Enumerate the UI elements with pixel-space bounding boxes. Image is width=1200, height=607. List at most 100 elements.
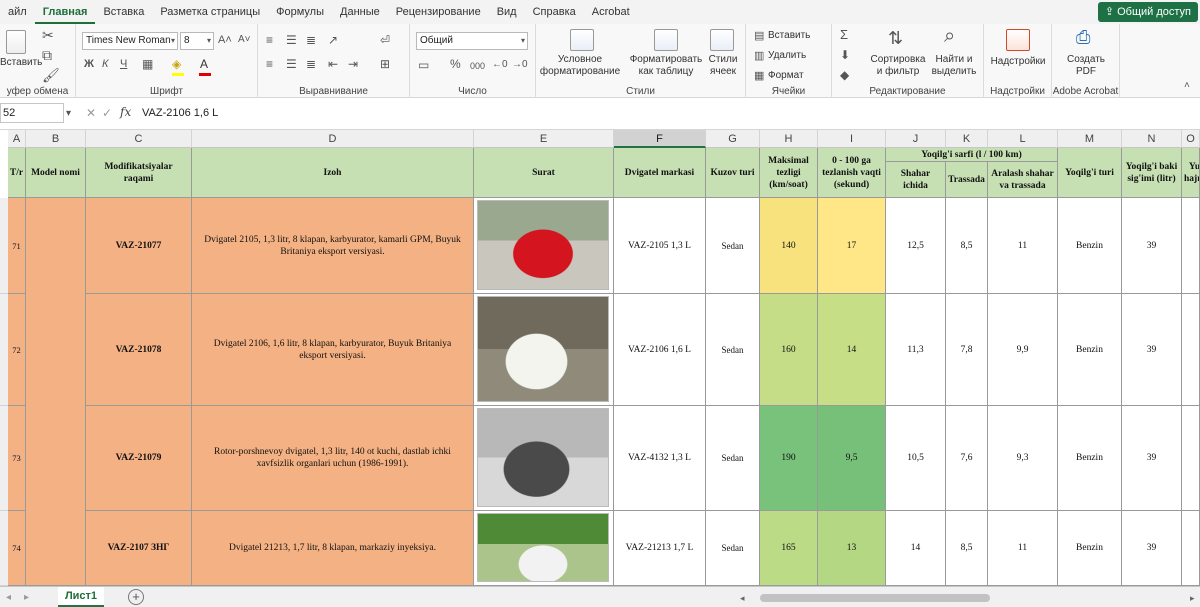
body-cell[interactable]: Sedan: [706, 198, 760, 294]
increase-decimal-icon[interactable]: ←0: [492, 57, 508, 73]
conditional-format-icon[interactable]: [570, 29, 594, 51]
highway-cell[interactable]: 7,6: [946, 406, 988, 511]
header-maxspeed[interactable]: Maksimal tezligi (km/soat): [760, 148, 818, 198]
currency-icon[interactable]: ▭: [418, 57, 429, 73]
header-extra[interactable]: Yu hajm: [1182, 148, 1200, 198]
column-header-n[interactable]: N: [1122, 130, 1182, 148]
orientation-icon[interactable]: ↗: [328, 32, 338, 48]
chevron-down-icon[interactable]: ▾: [66, 106, 71, 122]
modif-cell[interactable]: VAZ-21078: [86, 294, 192, 406]
number-format-select[interactable]: Общий ▾: [416, 32, 528, 50]
format-as-table-icon[interactable]: [654, 29, 678, 51]
font-color-icon[interactable]: A: [200, 56, 208, 72]
tr-cell[interactable]: 71: [8, 198, 26, 294]
cancel-icon[interactable]: ✕: [86, 105, 96, 121]
accel-cell[interactable]: 13: [818, 511, 886, 586]
tab-1[interactable]: Главная: [34, 0, 96, 24]
column-header-o[interactable]: O: [1182, 130, 1200, 148]
header-city[interactable]: Shahar ichida: [886, 162, 946, 198]
addins-icon[interactable]: [1006, 29, 1030, 51]
mixed-cell[interactable]: 11: [988, 198, 1058, 294]
italic-button[interactable]: К: [102, 56, 108, 72]
row-header[interactable]: [0, 198, 8, 294]
font-name-select[interactable]: Times New Roman ▾: [82, 32, 178, 50]
header-mixed[interactable]: Aralash shahar va trassada: [988, 162, 1058, 198]
percent-button[interactable]: %: [450, 56, 461, 72]
cut-icon[interactable]: ✂: [42, 27, 54, 43]
clear-icon[interactable]: ◆: [840, 67, 849, 83]
header-model[interactable]: Model nomi: [26, 148, 86, 198]
tab-9[interactable]: Acrobat: [584, 0, 638, 24]
borders-icon[interactable]: ▦: [142, 56, 153, 72]
grow-font-icon[interactable]: A˄: [218, 32, 232, 48]
merge-cells-icon[interactable]: ⊞: [380, 56, 390, 72]
row-header[interactable]: [0, 406, 8, 511]
column-header-d[interactable]: D: [192, 130, 474, 148]
photo-cell[interactable]: [474, 406, 614, 511]
column-header-i[interactable]: I: [818, 130, 886, 148]
format-painter-icon[interactable]: 🖌: [42, 67, 60, 83]
maxspeed-cell[interactable]: 190: [760, 406, 818, 511]
fill-icon[interactable]: ⬇: [840, 47, 850, 63]
underline-button[interactable]: Ч: [120, 56, 127, 72]
column-header-l[interactable]: L: [988, 130, 1058, 148]
header-accel[interactable]: 0 - 100 ga tezlanish vaqti (sekund): [818, 148, 886, 198]
column-header-h[interactable]: H: [760, 130, 818, 148]
prev-sheet-icon[interactable]: ◂: [6, 590, 11, 606]
decrease-decimal-icon[interactable]: →0: [512, 57, 528, 73]
photo-cell[interactable]: [474, 511, 614, 586]
header-modif[interactable]: Modifikatsiyalar raqami: [86, 148, 192, 198]
horizontal-scrollbar[interactable]: [760, 594, 990, 602]
extra-cell[interactable]: [1182, 294, 1200, 406]
header-izoh[interactable]: Izoh: [192, 148, 474, 198]
header-fuel-type[interactable]: Yoqilg'i turi: [1058, 148, 1122, 198]
header-engine[interactable]: Dvigatel markasi: [614, 148, 706, 198]
model-name-cell[interactable]: [26, 198, 86, 586]
mixed-cell[interactable]: 9,3: [988, 406, 1058, 511]
align-right-icon[interactable]: ≣: [306, 56, 316, 72]
photo-cell[interactable]: [474, 294, 614, 406]
tab-2[interactable]: Вставка: [95, 0, 152, 24]
delete-cells-button[interactable]: Удалить: [768, 50, 806, 62]
conditional-format-button[interactable]: Условное форматирование: [538, 54, 622, 78]
tab-8[interactable]: Справка: [525, 0, 584, 24]
tank-cell[interactable]: 39: [1122, 406, 1182, 511]
body-cell[interactable]: Sedan: [706, 294, 760, 406]
tr-cell[interactable]: 74: [8, 511, 26, 586]
tab-5[interactable]: Данные: [332, 0, 388, 24]
cell-styles-icon[interactable]: [710, 29, 734, 51]
tab-7[interactable]: Вид: [489, 0, 525, 24]
share-button[interactable]: ⇪ Общий доступ: [1097, 2, 1198, 22]
copy-icon[interactable]: ⧉: [42, 47, 52, 63]
find-select-button[interactable]: Найти и выделить: [928, 54, 980, 78]
scroll-right-icon[interactable]: ▸: [1190, 590, 1195, 606]
accel-cell[interactable]: 9,5: [818, 406, 886, 511]
tab-0[interactable]: айл: [0, 0, 35, 24]
align-top-icon[interactable]: ≡: [266, 32, 273, 48]
paste-icon[interactable]: [6, 30, 26, 54]
outdent-icon[interactable]: ⇥: [348, 56, 358, 72]
izoh-cell[interactable]: Dvigatel 2106, 1,6 litr, 8 klapan, karby…: [192, 294, 474, 406]
column-header-e[interactable]: E: [474, 130, 614, 148]
addins-button[interactable]: Надстройки: [984, 56, 1052, 68]
column-header-c[interactable]: C: [86, 130, 192, 148]
mixed-cell[interactable]: 9,9: [988, 294, 1058, 406]
fuel-type-cell[interactable]: Benzin: [1058, 511, 1122, 586]
mixed-cell[interactable]: 11: [988, 511, 1058, 586]
city-cell[interactable]: 11,3: [886, 294, 946, 406]
paste-button[interactable]: Вставить: [0, 57, 42, 69]
row-header[interactable]: [0, 294, 8, 406]
next-sheet-icon[interactable]: ▸: [24, 590, 29, 606]
body-cell[interactable]: Sedan: [706, 406, 760, 511]
name-box[interactable]: 52: [0, 103, 64, 123]
enter-icon[interactable]: ✓: [102, 105, 112, 121]
tr-cell[interactable]: 72: [8, 294, 26, 406]
city-cell[interactable]: 10,5: [886, 406, 946, 511]
column-header-m[interactable]: M: [1058, 130, 1122, 148]
header-body[interactable]: Kuzov turi: [706, 148, 760, 198]
highway-cell[interactable]: 8,5: [946, 511, 988, 586]
tr-cell[interactable]: 73: [8, 406, 26, 511]
font-size-select[interactable]: 8 ▾: [180, 32, 214, 50]
thousands-button[interactable]: 000: [470, 58, 485, 74]
column-header-j[interactable]: J: [886, 130, 946, 148]
